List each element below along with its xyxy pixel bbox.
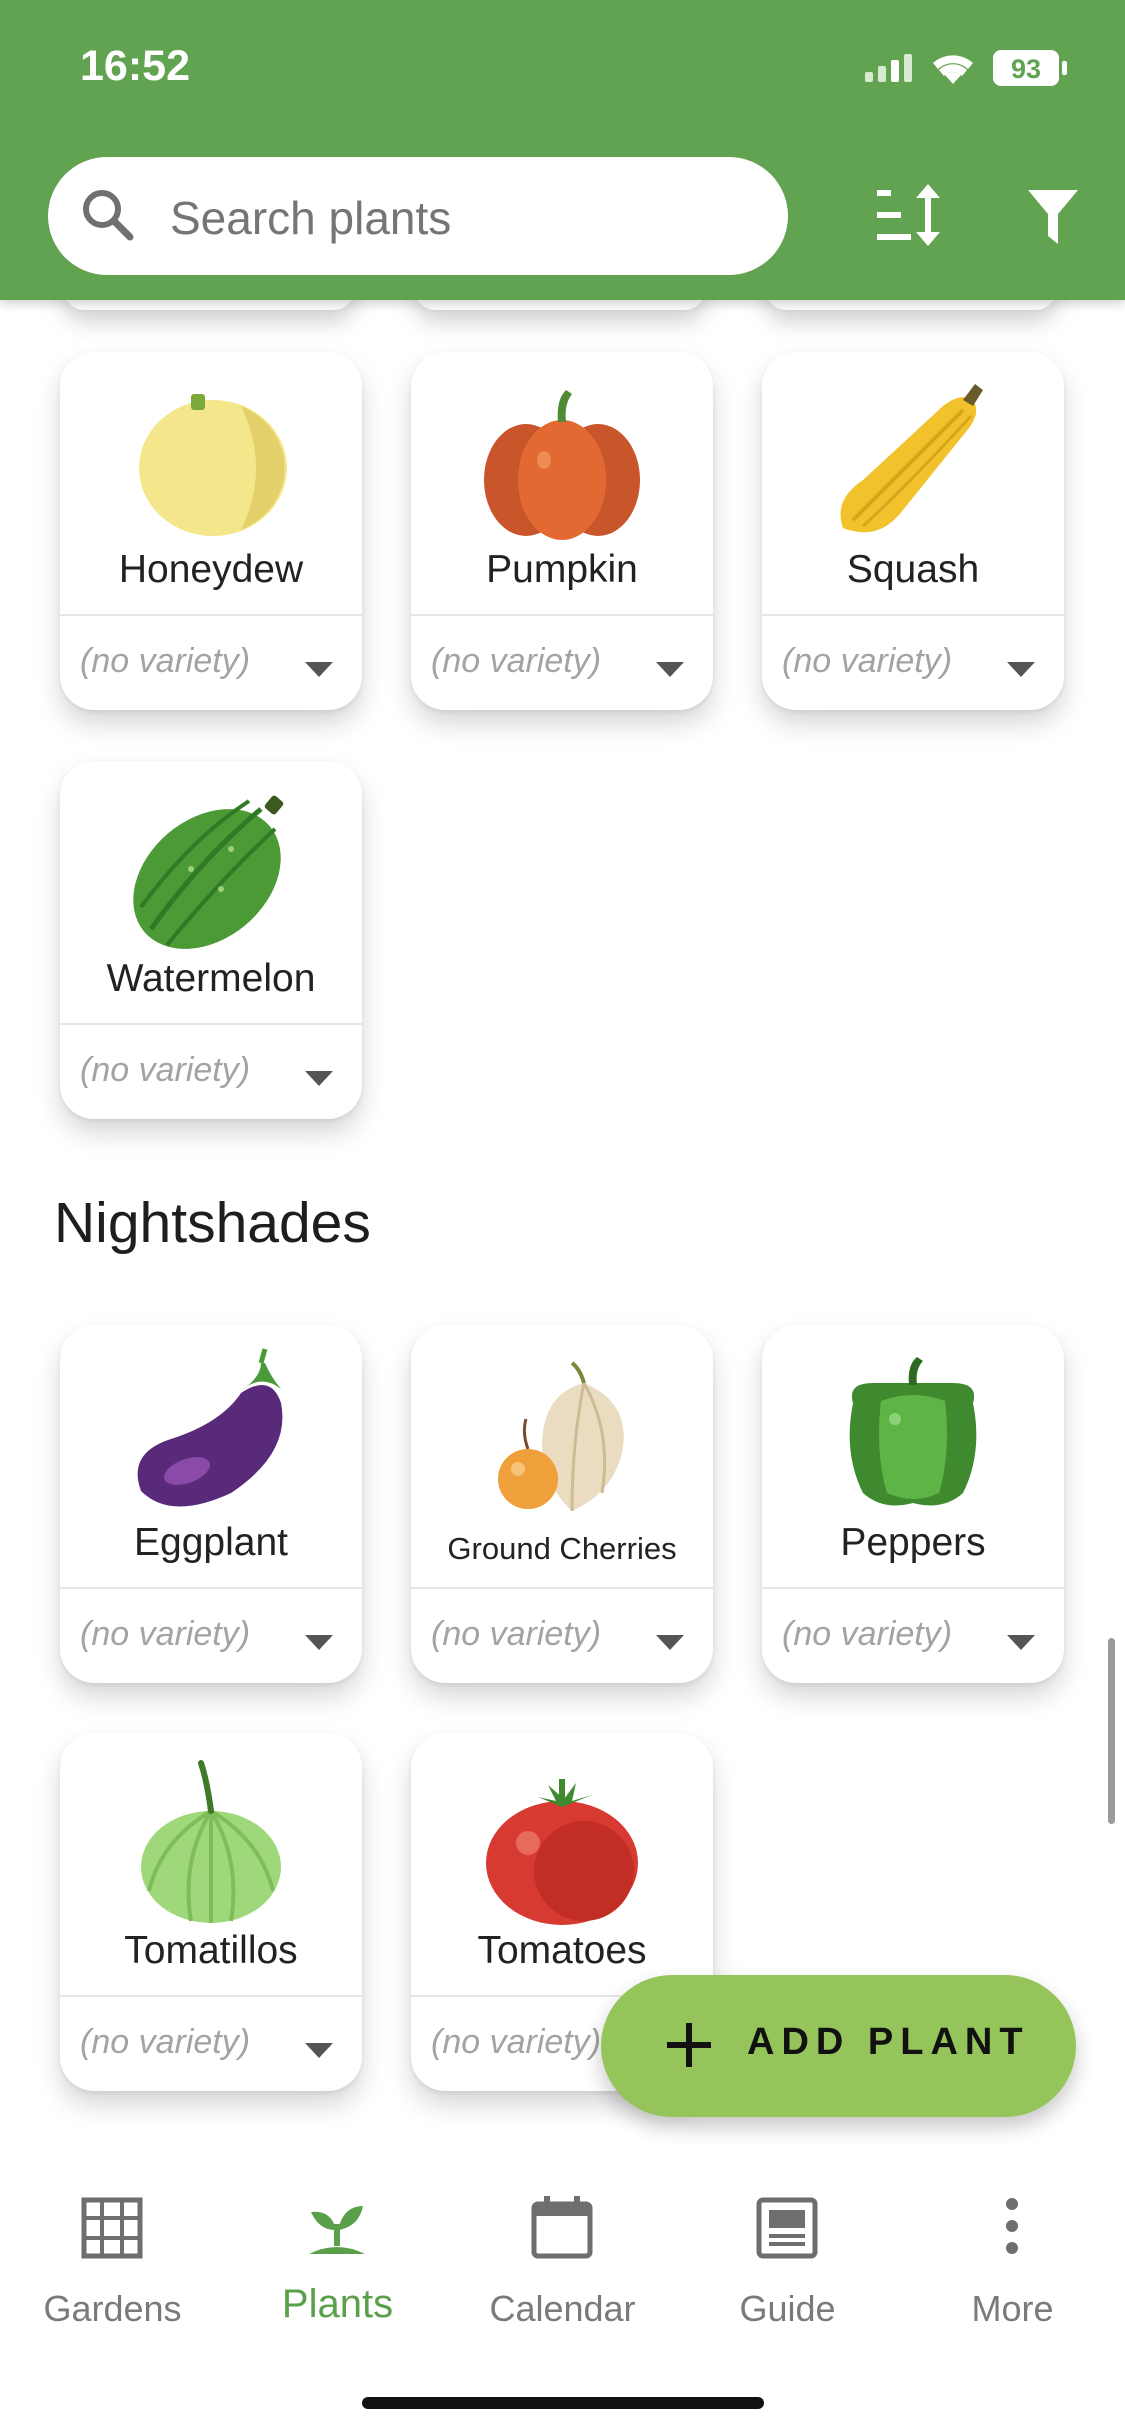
home-indicator[interactable] <box>362 2397 764 2409</box>
chevron-down-icon[interactable] <box>1007 1635 1035 1650</box>
search-placeholder: Search plants <box>170 192 452 244</box>
more-icon <box>1006 2198 1018 2254</box>
divider <box>762 1587 1064 1589</box>
plant-name: Tomatoes <box>477 1929 647 1972</box>
variety-select[interactable]: (no variety) <box>80 642 250 681</box>
signal-icon <box>865 54 912 82</box>
plant-name: Eggplant <box>134 1521 288 1564</box>
battery-level: 93 <box>1011 54 1041 84</box>
add-plant-label: ADD PLANT <box>747 2021 1030 2063</box>
chevron-down-icon[interactable] <box>656 1635 684 1650</box>
divider <box>60 1587 362 1589</box>
nav-plants[interactable]: Plants <box>225 2196 450 2346</box>
plant-card-eggplant[interactable]: Eggplant (no variety) <box>60 1325 362 1683</box>
plant-card-pumpkin[interactable]: Pumpkin (no variety) <box>411 352 713 710</box>
plant-name: Squash <box>846 548 980 591</box>
chevron-down-icon[interactable] <box>656 662 684 677</box>
search-input[interactable]: Search plants <box>48 157 788 275</box>
divider <box>411 614 713 616</box>
status-time: 16:52 <box>80 42 190 90</box>
calendar-icon <box>531 2196 593 2259</box>
tomato-icon <box>486 1779 638 1925</box>
plant-name: Peppers <box>840 1521 986 1564</box>
status-bar-icons: 93 <box>865 50 1067 86</box>
variety-select[interactable]: (no variety) <box>431 642 601 681</box>
bottom-navigation: Gardens Plants Calendar Guide More <box>0 2168 1125 2436</box>
variety-select[interactable]: (no variety) <box>80 1615 250 1654</box>
divider <box>411 1587 713 1589</box>
chevron-down-icon[interactable] <box>305 1071 333 1086</box>
divider <box>60 614 362 616</box>
plant-card-watermelon[interactable]: Watermelon (no variety) <box>60 761 362 1119</box>
section-title-nightshades: Nightshades <box>54 1191 371 1255</box>
watermelon-icon <box>133 795 284 949</box>
sort-icon[interactable] <box>873 180 943 250</box>
plant-name: Honeydew <box>118 548 304 591</box>
plus-icon <box>667 2023 711 2067</box>
filter-icon[interactable] <box>1026 188 1080 246</box>
battery-icon: 93 <box>993 50 1067 86</box>
ground-cherries-icon <box>498 1361 624 1512</box>
grid-icon <box>81 2197 143 2259</box>
plant-name: Watermelon <box>106 957 316 1000</box>
plant-card-ground-cherries[interactable]: Ground Cherries (no variety) <box>411 1325 713 1683</box>
plant-name: Tomatillos <box>124 1929 298 1972</box>
nav-label: Calendar <box>489 2288 636 2329</box>
app-header: 16:52 93 Search plants <box>0 0 1125 300</box>
pumpkin-icon <box>484 390 640 540</box>
plant-card-honeydew[interactable]: Honeydew (no variety) <box>60 352 362 710</box>
tomatillo-icon <box>141 1760 281 1923</box>
plant-card-peppers[interactable]: Peppers (no variety) <box>762 1325 1064 1683</box>
squash-icon <box>840 384 983 533</box>
plant-card-squash[interactable]: Squash (no variety) <box>762 352 1064 710</box>
status-icons: 93 <box>865 46 1085 90</box>
nav-more[interactable]: More <box>900 2196 1125 2346</box>
variety-select[interactable]: (no variety) <box>80 1051 250 1090</box>
variety-select[interactable]: (no variety) <box>782 1615 952 1654</box>
nav-label: Gardens <box>43 2288 182 2329</box>
variety-select[interactable]: (no variety) <box>431 1615 601 1654</box>
variety-select[interactable]: (no variety) <box>431 2023 601 2062</box>
honeydew-icon <box>139 394 287 536</box>
nav-label: Plants <box>281 2282 394 2326</box>
scrollbar[interactable] <box>1108 1638 1115 1824</box>
divider <box>60 1023 362 1025</box>
nav-calendar[interactable]: Calendar <box>450 2196 675 2346</box>
guide-icon <box>756 2197 818 2259</box>
divider <box>762 614 1064 616</box>
plant-name: Pumpkin <box>486 548 638 591</box>
plant-card-tomatillos[interactable]: Tomatillos (no variety) <box>60 1733 362 2091</box>
nav-label: More <box>971 2288 1054 2329</box>
variety-select[interactable]: (no variety) <box>80 2023 250 2062</box>
eggplant-icon <box>137 1348 283 1507</box>
add-plant-button[interactable]: ADD PLANT <box>601 1975 1076 2117</box>
chevron-down-icon[interactable] <box>305 2043 333 2058</box>
wifi-icon <box>933 55 973 84</box>
nav-guide[interactable]: Guide <box>675 2196 900 2346</box>
plant-name: Ground Cherries <box>447 1531 677 1566</box>
sprout-icon <box>309 2206 365 2254</box>
search-icon <box>83 190 134 241</box>
nav-gardens[interactable]: Gardens <box>0 2196 225 2346</box>
divider <box>60 1995 362 1997</box>
chevron-down-icon[interactable] <box>305 662 333 677</box>
chevron-down-icon[interactable] <box>305 1635 333 1650</box>
variety-select[interactable]: (no variety) <box>782 642 952 681</box>
nav-label: Guide <box>739 2288 836 2329</box>
chevron-down-icon[interactable] <box>1007 662 1035 677</box>
pepper-icon <box>849 1357 977 1506</box>
